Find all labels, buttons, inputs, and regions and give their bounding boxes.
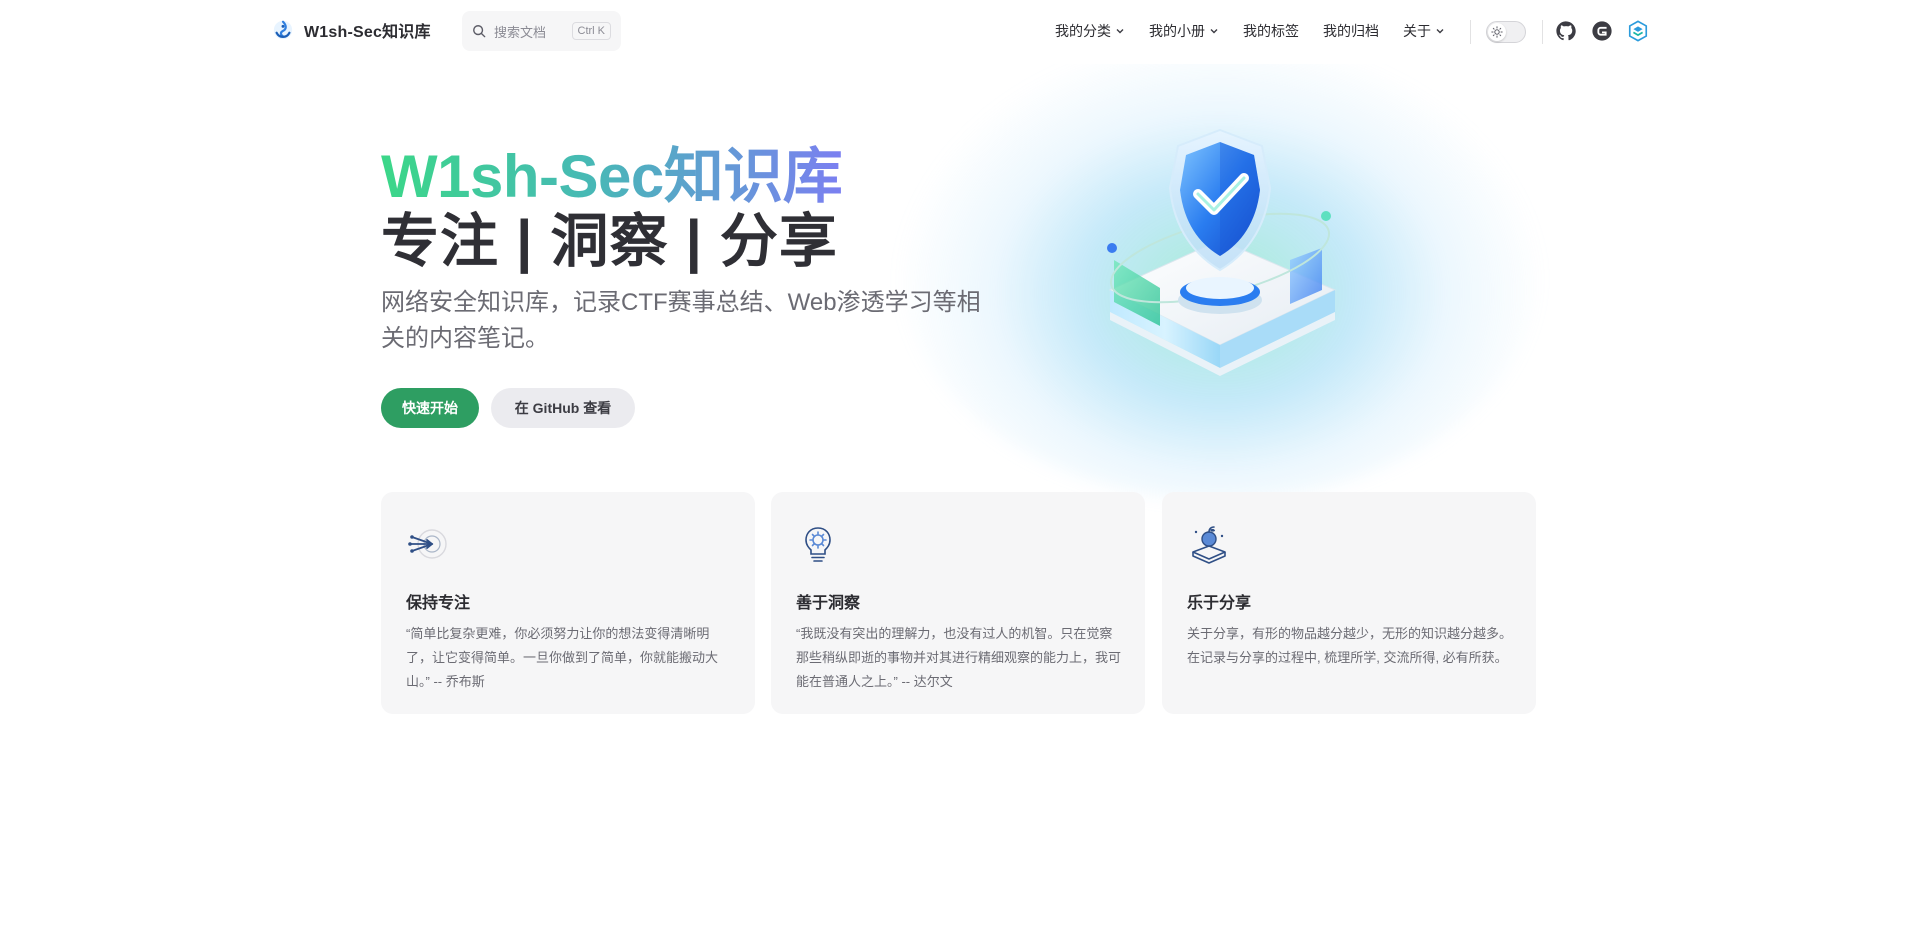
sun-icon: [1491, 26, 1503, 38]
chevron-down-icon: [1116, 29, 1124, 34]
hero-title: W1sh-Sec知识库: [381, 143, 843, 210]
security-shield-illustration: [1107, 128, 1337, 376]
chevron-down-icon: [1210, 29, 1218, 34]
brand-title: W1sh-Sec知识库: [304, 24, 431, 41]
theme-toggle[interactable]: [1486, 21, 1526, 43]
hero-tagline: 专注 | 洞察 | 分享: [381, 209, 838, 274]
nav-item-categories[interactable]: 我的分类: [1043, 21, 1137, 41]
get-started-button[interactable]: 快速开始: [381, 388, 479, 428]
nav-item-booklets[interactable]: 我的小册: [1137, 21, 1231, 41]
nav-item-label: 我的分类: [1055, 23, 1111, 39]
theme-toggle-knob: [1488, 23, 1506, 41]
nav-item-label: 我的归档: [1323, 23, 1379, 39]
search-shortcut-key: Ctrl K: [571, 22, 611, 40]
hero-description: 网络安全知识库，记录CTF赛事总结、Web渗透学习等相关的内容笔记。: [381, 289, 981, 352]
focus-arrows-icon: [408, 529, 447, 559]
feature-details: “我既没有突出的理解力，也没有过人的机智。只在觉察那些稍纵即逝的事物并对其进行精…: [796, 626, 1122, 689]
top-navbar: W1sh-Sec知识库 搜索文档 Ctrl K 我的分类 我的小册 我的标签 我…: [0, 0, 1916, 64]
nav-item-label: 我的标签: [1243, 23, 1299, 39]
search-button[interactable]: 搜索文档 Ctrl K: [462, 11, 621, 51]
nav-item-label: 关于: [1403, 23, 1431, 39]
nav-item-about[interactable]: 关于: [1391, 21, 1457, 41]
feature-card-insight: 善于洞察 “我既没有突出的理解力，也没有过人的机智。只在觉察那些稍纵即逝的事物并…: [771, 492, 1145, 714]
search-placeholder: 搜索文档: [494, 24, 547, 40]
github-icon[interactable]: [1555, 20, 1577, 42]
nav-item-tags[interactable]: 我的标签: [1231, 21, 1311, 41]
nav-divider: [1542, 20, 1543, 44]
feature-title: 保持专注: [406, 595, 471, 612]
feature-details: 关于分享，有形的物品越分越少，无形的知识越分越多。在记录与分享的过程中, 梳理所…: [1187, 626, 1513, 665]
brand-link[interactable]: W1sh-Sec知识库: [272, 18, 431, 42]
feature-card-focus: 保持专注 “简单比复杂更难，你必须努力让你的想法变得清晰明了，让它变得简单。一旦…: [381, 492, 755, 714]
nav-menu: 我的分类 我的小册 我的标签 我的归档 关于: [1043, 0, 1457, 62]
nav-item-label: 我的小册: [1149, 23, 1205, 39]
blog-icon[interactable]: [1627, 20, 1649, 42]
search-icon: [473, 25, 486, 38]
logo-icon: [273, 20, 293, 40]
apple-book-icon: [1192, 526, 1226, 564]
gitee-icon[interactable]: [1591, 20, 1613, 42]
view-on-github-button[interactable]: 在 GitHub 查看: [491, 388, 635, 428]
lightbulb-icon: [805, 527, 831, 562]
nav-item-archives[interactable]: 我的归档: [1311, 21, 1391, 41]
nav-divider: [1470, 20, 1471, 44]
feature-title: 善于洞察: [796, 595, 861, 612]
feature-title: 乐于分享: [1187, 595, 1252, 612]
feature-details: “简单比复杂更难，你必须努力让你的想法变得清晰明了，让它变得简单。一旦你做到了简…: [406, 626, 719, 689]
feature-card-share: 乐于分享 关于分享，有形的物品越分越少，无形的知识越分越多。在记录与分享的过程中…: [1162, 492, 1536, 714]
chevron-down-icon: [1436, 29, 1444, 34]
